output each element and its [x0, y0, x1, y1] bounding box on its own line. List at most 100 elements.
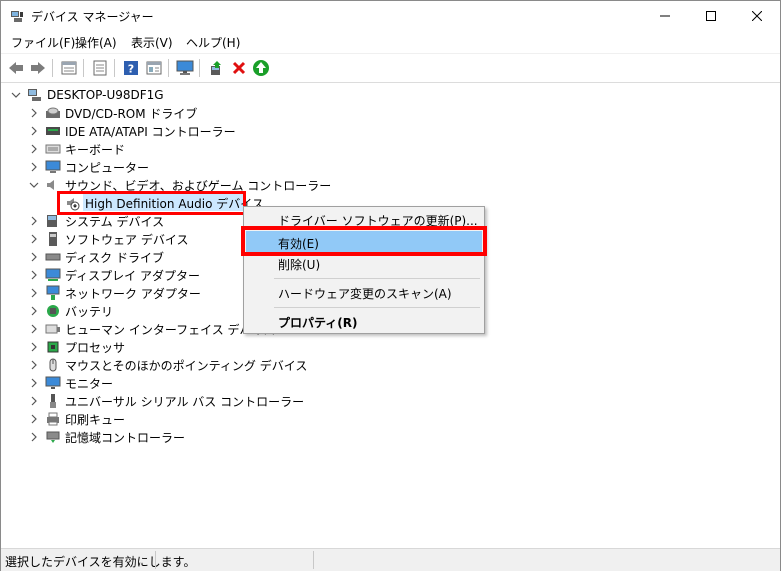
tree-item-label: キーボード [65, 142, 126, 157]
tree-item-label: 記憶域コントローラー [65, 430, 186, 445]
ide-controller-icon [45, 123, 61, 139]
chevron-right-icon[interactable] [27, 340, 41, 354]
tree-item-category[interactable]: ディスプレイ アダプター [27, 266, 200, 284]
tree-item-label: コンピューター [65, 160, 150, 175]
chevron-right-icon[interactable] [27, 268, 41, 282]
tree-item-category[interactable]: プロセッサ [27, 338, 125, 356]
tree-item-category[interactable]: バッテリ [27, 302, 113, 320]
tree-item-category[interactable]: マウスとそのほかのポインティング デバイス [27, 356, 307, 374]
chevron-right-icon[interactable] [27, 160, 41, 174]
tree-item-label: プロセッサ [65, 340, 126, 355]
minimize-button[interactable] [642, 1, 688, 31]
software-device-icon [45, 231, 61, 247]
menu-action[interactable]: 操作(A) [75, 34, 117, 51]
enable-icon[interactable] [251, 58, 271, 78]
tree-item-label: ディスク ドライブ [65, 250, 164, 265]
back-arrow-icon[interactable] [6, 58, 26, 78]
window-title: デバイス マネージャー [31, 10, 154, 24]
context-separator [274, 278, 480, 279]
tree-item-category[interactable]: モニター [27, 374, 113, 392]
device-manager-window: デバイス マネージャー ファイル(F) 操作(A) 表示(V) ヘルプ(H) ?… [0, 0, 781, 571]
chevron-right-icon[interactable] [27, 286, 41, 300]
properties-icon[interactable] [59, 58, 79, 78]
toolbar: ? [1, 53, 780, 83]
tree-item-label: ディスプレイ アダプター [65, 268, 200, 283]
tree-item-category[interactable]: ソフトウェア デバイス [27, 230, 188, 248]
chevron-right-icon[interactable] [27, 250, 41, 264]
mouse-icon [45, 357, 61, 373]
menu-bar: ファイル(F) 操作(A) 表示(V) ヘルプ(H) [1, 31, 780, 53]
context-item-properties[interactable]: プロパティ(R) [278, 314, 358, 331]
tree-item-category[interactable]: キーボード [27, 140, 125, 158]
tree-item-category[interactable]: コンピューター [27, 158, 149, 176]
menu-view[interactable]: 表示(V) [131, 34, 173, 51]
keyboard-icon [45, 141, 61, 157]
maximize-button[interactable] [688, 1, 734, 31]
chevron-right-icon[interactable] [27, 376, 41, 390]
print-icon[interactable] [90, 58, 110, 78]
computer-root-icon [27, 87, 43, 103]
chevron-right-icon[interactable] [27, 430, 41, 444]
tree-item-label: ネットワーク アダプター [65, 286, 201, 301]
disc-drive-icon [45, 105, 61, 121]
battery-icon [45, 303, 61, 319]
tree-item-label: DVD/CD-ROM ドライブ [65, 106, 198, 121]
tree-item-category[interactable]: ヒューマン インターフェイス デバイス [27, 320, 275, 338]
tree-item-category[interactable]: IDE ATA/ATAPI コントローラー [27, 122, 236, 140]
display-adapter-icon [45, 267, 61, 283]
status-text: 選択したデバイスを有効にします。 [5, 555, 196, 569]
menu-file[interactable]: ファイル(F) [11, 34, 75, 51]
usb-icon [45, 393, 61, 409]
tree-item-category[interactable]: 印刷キュー [27, 410, 125, 428]
menu-help[interactable]: ヘルプ(H) [186, 34, 240, 51]
print-queue-icon [45, 411, 61, 427]
chevron-right-icon[interactable] [27, 142, 41, 156]
tree-item-category[interactable]: ネットワーク アダプター [27, 284, 201, 302]
system-devices-icon [45, 213, 61, 229]
chevron-right-icon[interactable] [27, 412, 41, 426]
tree-item-category[interactable]: 記憶域コントローラー [27, 428, 185, 446]
chevron-down-icon[interactable] [9, 88, 23, 102]
hid-icon [45, 321, 61, 337]
context-item-uninstall[interactable]: 削除(U) [278, 256, 320, 273]
tree-item-label: マウスとそのほかのポインティング デバイス [65, 358, 308, 373]
chevron-right-icon[interactable] [27, 232, 41, 246]
tree-item-label: モニター [65, 376, 114, 391]
chevron-right-icon[interactable] [27, 394, 41, 408]
tree-item-label: IDE ATA/ATAPI コントローラー [65, 124, 236, 139]
tree-item-category[interactable]: DVD/CD-ROM ドライブ [27, 104, 197, 122]
tree-item-category[interactable]: ユニバーサル シリアル バス コントローラー [27, 392, 304, 410]
annotation-highlight-device [57, 191, 246, 215]
uninstall-icon[interactable] [229, 58, 249, 78]
help-icon[interactable]: ? [121, 58, 141, 78]
title-bar[interactable]: デバイス マネージャー [1, 1, 780, 31]
forward-arrow-icon[interactable] [28, 58, 48, 78]
monitor-icon[interactable] [175, 58, 195, 78]
annotation-highlight-enable [241, 226, 487, 256]
tree-item-category[interactable]: ディスク ドライブ [27, 248, 164, 266]
show-hide-icon[interactable] [144, 58, 164, 78]
network-adapter-icon [45, 285, 61, 301]
computer-icon [45, 159, 61, 175]
svg-text:?: ? [128, 63, 134, 76]
tree-root-label: DESKTOP-U98DF1G [47, 88, 164, 102]
chevron-right-icon[interactable] [27, 106, 41, 120]
tree-item-label: ユニバーサル シリアル バス コントローラー [65, 394, 305, 409]
storage-controller-icon [45, 429, 61, 445]
close-button[interactable] [734, 1, 780, 31]
chevron-right-icon[interactable] [27, 124, 41, 138]
context-separator [274, 307, 480, 308]
tree-item-label: バッテリ [65, 304, 114, 319]
chevron-right-icon[interactable] [27, 304, 41, 318]
chevron-right-icon[interactable] [27, 358, 41, 372]
chevron-down-icon[interactable] [27, 178, 41, 192]
chevron-right-icon[interactable] [27, 214, 41, 228]
disk-drive-icon [45, 249, 61, 265]
processor-icon [45, 339, 61, 355]
context-item-scan-hardware[interactable]: ハードウェア変更のスキャン(A) [278, 285, 452, 302]
status-bar: 選択したデバイスを有効にします。 [1, 548, 780, 571]
update-driver-icon[interactable] [206, 58, 226, 78]
tree-item-label: システム デバイス [65, 214, 165, 229]
tree-root-computer[interactable]: DESKTOP-U98DF1G [9, 86, 164, 104]
chevron-right-icon[interactable] [27, 322, 41, 336]
